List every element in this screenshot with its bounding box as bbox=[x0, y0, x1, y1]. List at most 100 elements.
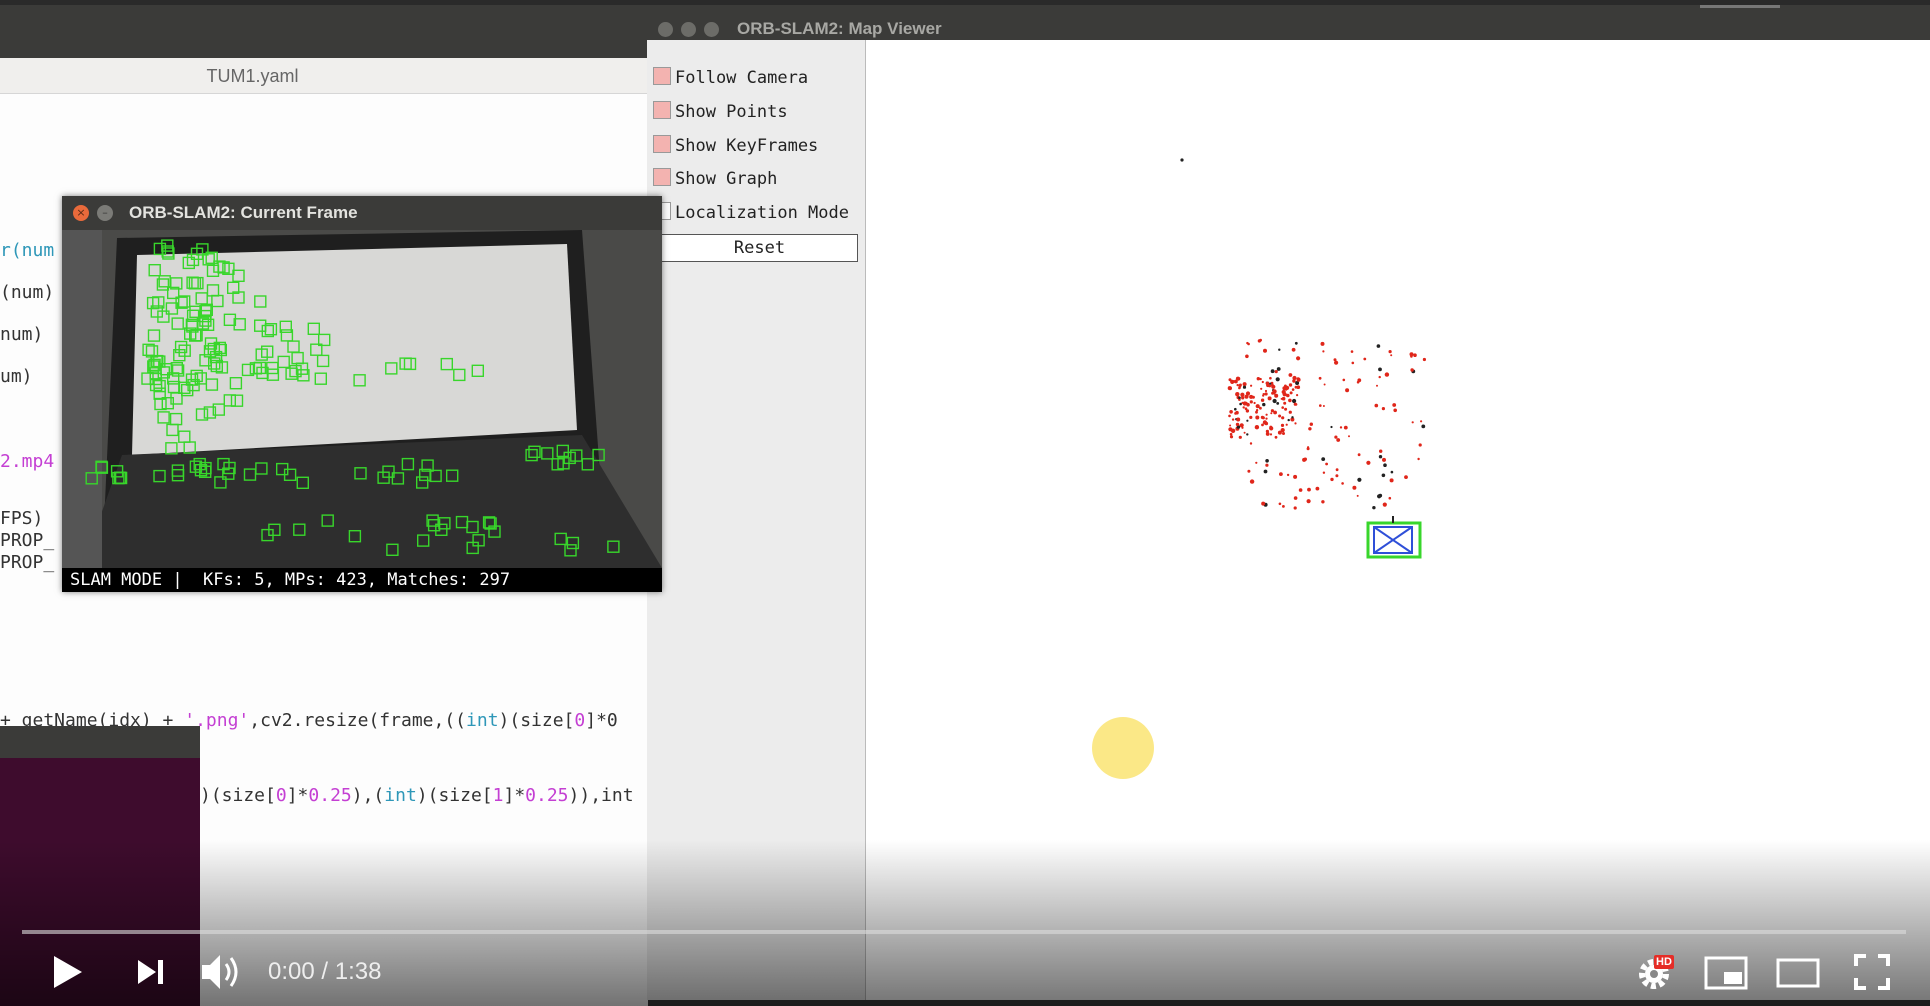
map-point bbox=[1357, 378, 1362, 383]
map-point bbox=[1235, 392, 1240, 397]
code-fragment: r(num bbox=[0, 240, 55, 261]
time-separator: / bbox=[314, 958, 335, 985]
next-icon[interactable] bbox=[136, 958, 166, 986]
editor-tab-title[interactable]: TUM1.yaml bbox=[0, 66, 505, 87]
map-point bbox=[1265, 413, 1268, 416]
current-frame-title: ORB-SLAM2: Current Frame bbox=[129, 203, 358, 222]
map-point bbox=[1255, 409, 1259, 412]
option-show-graph[interactable]: Show Graph bbox=[653, 168, 777, 190]
map-point bbox=[1283, 401, 1287, 405]
maximize-icon[interactable] bbox=[704, 22, 719, 37]
option-follow-camera[interactable]: Follow Camera bbox=[653, 67, 808, 89]
map-point bbox=[1269, 376, 1272, 380]
option-show-keyframes[interactable]: Show KeyFrames bbox=[653, 135, 818, 157]
theater-mode-icon[interactable] bbox=[1776, 958, 1820, 988]
option-label: Show Points bbox=[675, 102, 788, 122]
terminal-titlebar[interactable] bbox=[0, 726, 200, 758]
code-fragment: 0 bbox=[574, 710, 586, 731]
code-line: r(num bbox=[0, 240, 54, 261]
map-point bbox=[1322, 350, 1325, 353]
map-point bbox=[1270, 369, 1275, 374]
map-point bbox=[1238, 396, 1241, 400]
close-icon[interactable] bbox=[658, 22, 673, 37]
checkbox-icon[interactable] bbox=[653, 67, 671, 85]
map-point bbox=[1382, 502, 1387, 507]
map-point bbox=[1269, 433, 1273, 436]
map-point bbox=[1236, 417, 1241, 422]
map-point bbox=[1351, 361, 1355, 365]
map-point bbox=[1265, 432, 1270, 436]
video-progress-bar[interactable] bbox=[22, 930, 1906, 934]
checkbox-icon[interactable] bbox=[653, 168, 671, 186]
map-point bbox=[1294, 385, 1298, 389]
map-point bbox=[1255, 461, 1258, 464]
close-icon[interactable]: × bbox=[73, 205, 89, 221]
map-point bbox=[1334, 435, 1338, 439]
map-point bbox=[1270, 412, 1273, 415]
map-point bbox=[1269, 382, 1272, 385]
map-point bbox=[1288, 398, 1292, 403]
map-point bbox=[1267, 396, 1272, 401]
volume-icon[interactable] bbox=[200, 952, 242, 992]
map-point bbox=[1341, 482, 1344, 485]
map-point bbox=[1254, 425, 1260, 430]
code-fragment: 0 bbox=[275, 785, 287, 806]
map-point bbox=[1333, 358, 1337, 362]
map-point bbox=[1374, 403, 1379, 408]
minimize-icon[interactable] bbox=[681, 22, 696, 37]
map-point bbox=[1242, 385, 1247, 389]
play-icon[interactable] bbox=[52, 954, 84, 990]
map-point bbox=[1363, 357, 1367, 361]
reset-button[interactable]: Reset bbox=[661, 234, 858, 262]
code-fragment: )(size[ bbox=[416, 785, 493, 806]
map-point bbox=[1231, 418, 1235, 421]
map-viewer-titlebar[interactable]: ORB-SLAM2: Map Viewer bbox=[647, 19, 1930, 40]
map-point bbox=[1357, 453, 1361, 457]
option-show-points[interactable]: Show Points bbox=[653, 101, 788, 123]
map-point bbox=[1291, 416, 1294, 419]
map-point bbox=[1309, 422, 1313, 426]
map-point bbox=[1294, 341, 1298, 345]
map-point bbox=[1318, 376, 1322, 380]
code-fragment: 1 bbox=[492, 785, 504, 806]
miniplayer-icon[interactable] bbox=[1704, 956, 1748, 990]
minimize-icon[interactable]: – bbox=[97, 205, 113, 221]
map-point bbox=[1420, 420, 1423, 423]
video-time: 0:00 / 1:38 bbox=[268, 958, 381, 986]
checkbox-icon[interactable] bbox=[653, 101, 671, 119]
map-point bbox=[1336, 438, 1341, 442]
code-fragment: ),( bbox=[351, 785, 385, 806]
checkbox-icon[interactable] bbox=[653, 135, 671, 153]
map-point bbox=[1236, 383, 1239, 387]
code-line: um) bbox=[0, 366, 33, 387]
map-point bbox=[1390, 354, 1393, 357]
map-point bbox=[1291, 388, 1295, 391]
current-frame-titlebar[interactable]: × – ORB-SLAM2: Current Frame bbox=[62, 196, 662, 230]
map-point bbox=[1240, 392, 1245, 397]
map-point bbox=[1285, 385, 1290, 390]
option-localization-mode[interactable]: Localization Mode bbox=[653, 202, 849, 224]
code-line: 2.mp4 bbox=[0, 451, 55, 472]
map-point bbox=[1271, 385, 1274, 388]
map-point bbox=[1255, 415, 1260, 420]
map-point bbox=[1323, 383, 1326, 386]
map-point bbox=[1274, 370, 1278, 374]
map-point bbox=[1260, 387, 1263, 390]
map-point bbox=[1296, 356, 1301, 361]
map-point bbox=[1273, 392, 1276, 395]
option-label: Localization Mode bbox=[675, 203, 849, 223]
map-point bbox=[1322, 471, 1326, 474]
fullscreen-icon[interactable] bbox=[1854, 954, 1890, 990]
map-points bbox=[1227, 338, 1426, 510]
map-point bbox=[1422, 357, 1426, 362]
map-point bbox=[1287, 418, 1290, 422]
map-point bbox=[1282, 505, 1285, 508]
code-fragment: 0.25 bbox=[308, 785, 352, 806]
map-point bbox=[1261, 501, 1266, 506]
code-line: (num) bbox=[0, 282, 55, 303]
map-point bbox=[1389, 478, 1394, 483]
map-point bbox=[1306, 447, 1310, 451]
map-point bbox=[1249, 442, 1253, 445]
map-point bbox=[1376, 384, 1378, 387]
code-fragment: ]* bbox=[286, 785, 309, 806]
